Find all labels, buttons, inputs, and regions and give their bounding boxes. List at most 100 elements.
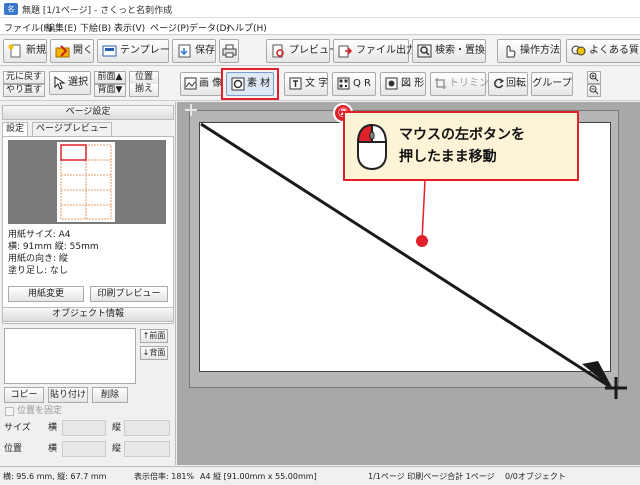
mouse-left-click-icon [356,123,387,171]
redo-button[interactable]: やり直す [3,84,45,97]
callout-pointer [421,179,426,242]
export-icon [338,45,353,58]
status-coords: 横: 95.6 mm, 縦: 67.7 mm [3,472,107,481]
size-width-label: 横 [48,423,58,433]
menu-data[interactable]: データ(D) [189,21,230,34]
app-icon: 名 [4,3,18,15]
position-label: 位置 [4,444,23,454]
menu-page[interactable]: ページ(P) [150,21,189,34]
edit-toolbar: 元に戻す やり直す 選択 前面▲ 背面▼ 位置 揃え 画 像 素 材 文 字 Q… [0,67,640,101]
paper-layout-thumbnail [57,142,115,222]
fix-position-checkbox[interactable] [5,407,14,416]
text-button[interactable]: 文 字 [284,72,328,96]
change-paper-button[interactable]: 用紙変更 [8,286,84,302]
orientation-text: 用紙の向き: 縦 [8,254,68,264]
drag-arrow-head [582,361,613,389]
print-button[interactable] [219,39,239,63]
menu-help[interactable]: ヘルプ(H) [226,21,267,34]
send-back-button[interactable]: 背面▼ [94,84,126,97]
object-back-button[interactable]: ↓背面 [140,346,168,360]
main-toolbar: 新規 開く テンプレート 保存 ① プレビュー ファイル出力 検索・置換 操作方… [0,36,640,94]
callout-box: マウスの左ボタンを 押したまま移動 [343,111,579,181]
fix-position-label: 位置を固定 [17,406,63,416]
size-height-field[interactable] [124,420,170,436]
menu-file[interactable]: ファイル(F) [4,21,52,34]
callout-text-line1: マウスの左ボタンを [399,127,525,143]
trimming-button[interactable]: トリミング [430,72,499,96]
zoom-in-icon [589,72,599,82]
bleed-text: 塗り足し: なし [8,266,68,276]
hand-pointer-icon [506,45,516,58]
align-button-top[interactable]: 位置 [129,71,159,84]
status-bar: 横: 95.6 mm, 縦: 67.7 mm 表示倍率: 181% A4 縦 [… [0,466,640,485]
rotate-icon [494,78,505,89]
qr-button[interactable]: Q R [332,72,376,96]
paste-button[interactable]: 貼り付け [48,387,88,403]
howto-button[interactable]: 操作方法 [497,39,561,63]
window-title: 無題 [1/1ページ] - さくっと名刺作成 [22,6,173,16]
text-icon [289,77,302,90]
faq-button[interactable]: よくある質 [566,39,640,63]
open-folder-icon [55,45,70,58]
size-width-field[interactable] [62,420,106,436]
menu-view[interactable]: 表示(V) [114,21,145,34]
shape-button[interactable]: 図 形 [380,72,426,96]
delete-button[interactable]: 削除 [92,387,128,403]
status-objects: 0/0オブジェクト [505,472,566,481]
tab-settings[interactable]: 設定 [2,122,29,136]
save-icon [178,44,191,58]
open-button[interactable]: 開く [50,39,94,63]
bring-front-button[interactable]: 前面▲ [94,71,126,84]
object-info-header: オブジェクト情報 [2,307,174,322]
menu-background[interactable]: 下絵(B) [80,21,111,34]
status-zoom: 表示倍率: 181% [134,472,195,481]
status-page: 1/1ページ 印刷ページ合計 1ページ [368,472,495,481]
select-button[interactable]: 選択 [49,71,91,95]
left-panel: ページ設定 設定 ページプレビュー 用紙サイズ: A4 横: 91mm 縦: 5… [0,102,176,465]
page-settings-header: ページ設定 [2,105,174,120]
tab-page-preview[interactable]: ページプレビュー [32,122,112,136]
printer-icon [222,44,237,58]
preview-icon [272,44,284,58]
image-icon [184,77,197,90]
new-button[interactable]: 新規 [3,39,47,63]
copy-button[interactable]: コピー [4,387,44,403]
object-front-button[interactable]: ↑前面 [140,329,168,343]
crop-icon [435,78,446,89]
zoom-in-button[interactable] [587,71,601,84]
position-y-field[interactable] [124,441,170,457]
size-height-label: 縦 [112,423,122,433]
search-icon [417,44,432,58]
material-button[interactable]: 素 材 [226,72,274,96]
new-file-icon [8,44,21,58]
print-preview-button[interactable]: 印刷プレビュー [90,286,168,302]
menu-edit[interactable]: 編集(E) [46,21,77,34]
align-button-bottom[interactable]: 揃え [129,84,159,97]
rotate-button[interactable]: 回転 [488,72,528,96]
material-icon [231,77,245,91]
group-button[interactable]: グループ [531,72,573,96]
page-thumbnail [8,140,166,224]
drag-start-dot [416,235,428,247]
shape-icon [385,77,398,90]
undo-button[interactable]: 元に戻す [3,71,45,84]
zoom-out-button[interactable] [587,84,601,97]
faq-icon [571,45,586,56]
template-icon [102,45,117,57]
export-button[interactable]: ファイル出力 [333,39,416,63]
save-button[interactable]: 保存 [172,39,216,63]
object-list[interactable] [4,328,136,384]
title-bar: 名 無題 [1/1ページ] - さくっと名刺作成 [0,0,640,18]
template-button[interactable]: テンプレート [97,39,180,63]
dimensions-text: 横: 91mm 縦: 55mm [8,242,99,252]
zoom-out-icon [589,85,599,95]
preview-button[interactable]: プレビュー [266,39,339,63]
image-button[interactable]: 画 像 [180,72,222,96]
search-replace-button[interactable]: 検索・置換 [412,39,486,63]
size-label: サイズ [4,423,31,433]
position-x-field[interactable] [62,441,106,457]
position-y-label: 縦 [112,444,122,454]
paper-size-text: 用紙サイズ: A4 [8,230,71,240]
menu-bar: ファイル(F) 編集(E) 下絵(B) 表示(V) ページ(P) データ(D) … [0,18,640,35]
status-paper: A4 縦 [91.00mm x 55.00mm] [200,472,317,481]
